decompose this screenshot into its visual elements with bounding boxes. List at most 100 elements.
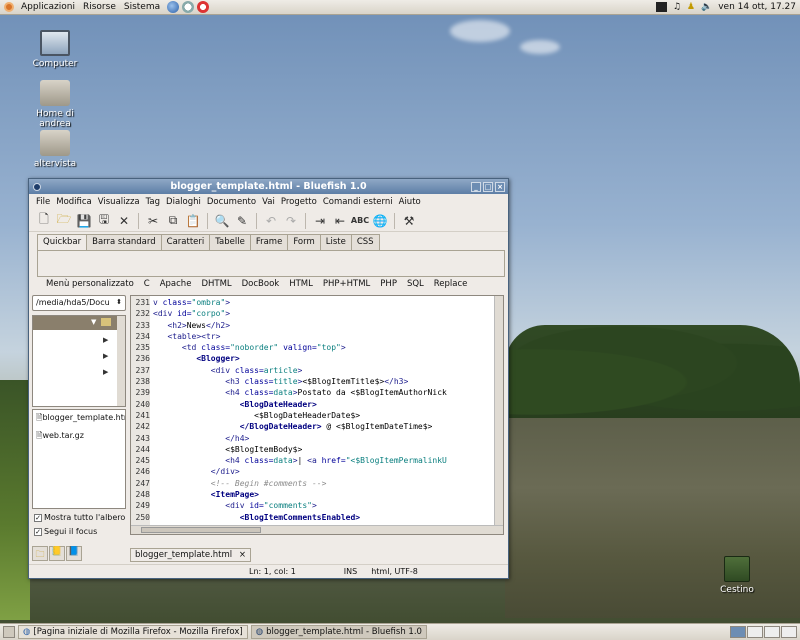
desktop-icon-trash[interactable]: Cestino: [702, 556, 772, 595]
workspace-4[interactable]: [781, 626, 797, 638]
file-item[interactable]: 🗎web.tar.gz: [33, 428, 125, 446]
email-launcher-icon[interactable]: [182, 1, 195, 13]
paste-icon[interactable]: 📋: [184, 212, 202, 230]
save-as-icon[interactable]: 🖫: [95, 212, 113, 230]
volume-icon[interactable]: 🔈: [701, 2, 712, 12]
close-tab-icon[interactable]: ×: [239, 550, 246, 560]
menu-modifica[interactable]: Modifica: [53, 197, 95, 207]
terminal-tray-icon[interactable]: [655, 2, 667, 12]
custom-menu-item[interactable]: DHTML: [196, 279, 236, 289]
code-editor[interactable]: 231 v class="ombra"> 232 <div id="corpo"> 23…: [130, 295, 504, 535]
tab-frame[interactable]: Frame: [249, 234, 289, 250]
horizontal-scrollbar[interactable]: [131, 525, 503, 534]
close-file-icon[interactable]: ✕: [115, 212, 133, 230]
code-token: v: [153, 298, 163, 307]
menu-risorse[interactable]: Risorse: [79, 2, 120, 12]
show-desktop-icon[interactable]: [3, 626, 15, 638]
file-item[interactable]: 🗎blogger_template.html: [33, 410, 125, 428]
close-icon[interactable]: ×: [495, 181, 505, 192]
document-tab[interactable]: blogger_template.html ×: [130, 548, 251, 562]
desktop-icon-altervista[interactable]: altervista: [20, 130, 90, 169]
workspace-2[interactable]: [747, 626, 763, 638]
custom-menu-item[interactable]: C: [139, 279, 155, 289]
new-file-icon[interactable]: 🗋: [35, 212, 53, 230]
menu-applicazioni[interactable]: Applicazioni: [17, 2, 79, 12]
show-all-tree-checkbox[interactable]: ✓ Mostra tutto l'albero: [34, 513, 125, 522]
menu-comandi-esterni[interactable]: Comandi esterni: [320, 197, 396, 207]
save-icon[interactable]: 💾: [75, 212, 93, 230]
code-token: "corpo": [191, 309, 226, 319]
workspace-3[interactable]: [764, 626, 780, 638]
directory-tree[interactable]: ▼ ▶ ▶ ▶: [32, 315, 126, 407]
tree-scrollbar[interactable]: [117, 316, 125, 406]
custom-menu-item[interactable]: Menù personalizzato: [41, 279, 139, 289]
functions-tab-icon[interactable]: 📒: [49, 546, 65, 561]
copy-icon[interactable]: ⧉: [164, 212, 182, 230]
preferences-icon[interactable]: ⚒: [400, 212, 418, 230]
tab-liste[interactable]: Liste: [319, 234, 352, 250]
firefox-launcher-icon[interactable]: [167, 1, 180, 13]
custom-menu-item[interactable]: PHP: [375, 279, 402, 289]
spellcheck-icon[interactable]: ABC: [351, 212, 369, 230]
unindent-icon[interactable]: ⇤: [331, 212, 349, 230]
custom-menu-item[interactable]: DocBook: [237, 279, 285, 289]
tab-barra-standard[interactable]: Barra standard: [86, 234, 162, 250]
redo-icon[interactable]: ↷: [282, 212, 300, 230]
code-token: class=: [234, 365, 264, 375]
window-titlebar[interactable]: blogger_template.html - Bluefish 1.0 _ □…: [29, 179, 508, 194]
filebrowser-tab-icon[interactable]: 🗀: [32, 546, 48, 561]
custom-menu-item[interactable]: HTML: [284, 279, 318, 289]
line-number: 241: [135, 410, 150, 420]
maximize-icon[interactable]: □: [483, 181, 493, 192]
path-selector[interactable]: /media/hda5/Docu ⬍: [32, 295, 126, 311]
menu-documento[interactable]: Documento: [204, 197, 259, 207]
tab-tabelle[interactable]: Tabelle: [209, 234, 251, 250]
browser-preview-icon[interactable]: 🌐: [371, 212, 389, 230]
clock[interactable]: ven 14 ott, 17.27: [718, 2, 796, 12]
desktop-icon-computer[interactable]: Computer: [20, 30, 90, 69]
workspace-1[interactable]: [730, 626, 746, 638]
menu-dialoghi[interactable]: Dialoghi: [163, 197, 204, 207]
menu-progetto[interactable]: Progetto: [278, 197, 320, 207]
menu-tag[interactable]: Tag: [143, 197, 163, 207]
custom-menu-item[interactable]: SQL: [402, 279, 429, 289]
expander-icon[interactable]: ▶: [103, 336, 108, 344]
tab-caratteri[interactable]: Caratteri: [160, 234, 211, 250]
custom-menu-item[interactable]: Replace: [429, 279, 473, 289]
desktop-icon-home[interactable]: Home di andrea: [20, 80, 90, 129]
follow-focus-checkbox[interactable]: ✓ Segui il focus: [34, 527, 97, 536]
undo-icon[interactable]: ↶: [262, 212, 280, 230]
tab-form[interactable]: Form: [287, 234, 321, 250]
find-icon[interactable]: 🔍: [213, 212, 231, 230]
menu-visualizza[interactable]: Visualizza: [95, 197, 143, 207]
tab-css[interactable]: CSS: [350, 234, 380, 250]
menu-file[interactable]: File: [33, 197, 53, 207]
tab-quickbar[interactable]: Quickbar: [37, 234, 88, 251]
user-tray-icon[interactable]: ♟: [687, 2, 695, 12]
cut-icon[interactable]: ✂: [144, 212, 162, 230]
replace-icon[interactable]: ✎: [233, 212, 251, 230]
bluefish-window: blogger_template.html - Bluefish 1.0 _ □…: [28, 178, 509, 579]
custom-menu-item[interactable]: Apache: [155, 279, 197, 289]
custom-menu-item[interactable]: PHP+HTML: [318, 279, 375, 289]
menu-sistema[interactable]: Sistema: [120, 2, 164, 12]
music-note-icon[interactable]: ♫: [673, 2, 681, 12]
vertical-scrollbar[interactable]: [494, 296, 503, 526]
open-folder-icon[interactable]: 🗁: [55, 212, 73, 230]
tree-selected-row[interactable]: ▼: [33, 316, 125, 330]
scrollbar-thumb[interactable]: [141, 527, 261, 533]
taskbar-bluefish[interactable]: ◍ blogger_template.html - Bluefish 1.0: [250, 625, 427, 639]
ubuntu-logo-icon[interactable]: [4, 2, 14, 12]
indent-icon[interactable]: ⇥: [311, 212, 329, 230]
expander-icon[interactable]: ▶: [103, 368, 108, 376]
bookmarks-tab-icon[interactable]: 📘: [66, 546, 82, 561]
code-token: <!-- Begin #comments -->: [210, 478, 327, 488]
chevron-down-icon: ⬍: [116, 298, 122, 306]
expander-icon[interactable]: ▶: [103, 352, 108, 360]
minimize-icon[interactable]: _: [471, 181, 481, 192]
menu-aiuto[interactable]: Aiuto: [396, 197, 424, 207]
code-line: 250 <BlogItemCommentsEnabled>: [131, 512, 447, 523]
menu-vai[interactable]: Vai: [259, 197, 278, 207]
taskbar-firefox[interactable]: ◍ [Pagina iniziale di Mozilla Firefox - …: [18, 625, 248, 639]
help-launcher-icon[interactable]: [197, 1, 210, 13]
